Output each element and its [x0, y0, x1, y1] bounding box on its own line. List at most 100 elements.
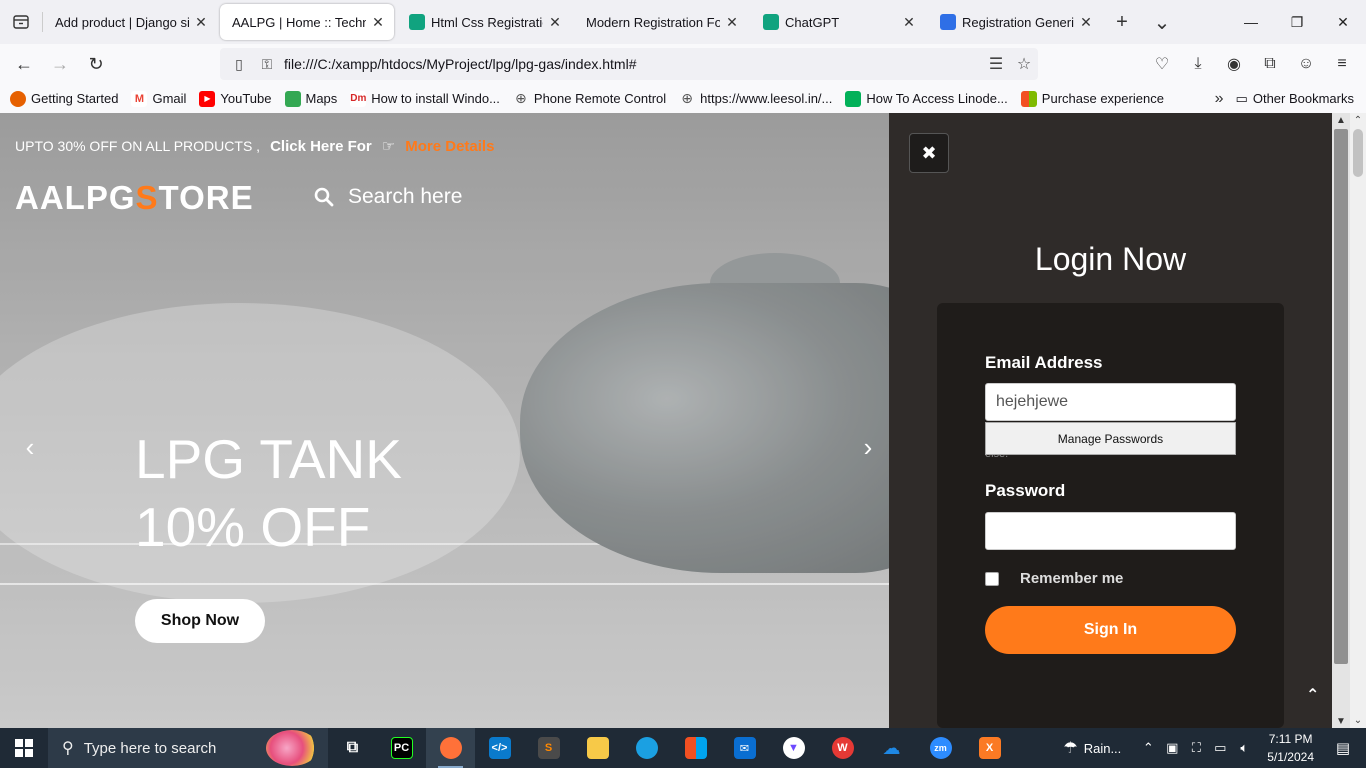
bookmark-install-windows[interactable]: Dm How to install Windo...	[350, 90, 500, 107]
show-hidden-icons-chevron-icon[interactable]: ⌃	[1137, 740, 1159, 756]
sign-in-button[interactable]: Sign In	[985, 606, 1236, 654]
onedrive-icon[interactable]: ☁	[867, 728, 916, 768]
meet-now-icon[interactable]: ▣	[1161, 740, 1183, 756]
xampp-icon[interactable]: X	[965, 728, 1014, 768]
scroll-down-arrow-icon[interactable]: ⌄	[1350, 715, 1366, 726]
bookmark-star-icon[interactable]: ☆	[1010, 54, 1038, 74]
close-tab-icon[interactable]: ✕	[370, 14, 386, 31]
notifications-icon[interactable]: ▤	[1328, 739, 1358, 757]
vscode-icon[interactable]: </>	[475, 728, 524, 768]
bookmark-label: YouTube	[220, 91, 272, 106]
other-bookmarks[interactable]: Other Bookmarks	[1253, 91, 1354, 106]
tab-html-css-registration[interactable]: Html Css Registration F ✕	[397, 4, 571, 40]
remember-me[interactable]: Remember me	[985, 570, 1123, 587]
close-tab-icon[interactable]: ✕	[724, 14, 740, 31]
pocket-icon[interactable]: ♡	[1144, 48, 1180, 80]
scroll-up-arrow-icon[interactable]: ▲	[1332, 113, 1350, 127]
slider-prev-icon[interactable]: ‹	[18, 432, 42, 462]
back-arrow-icon[interactable]: ←	[6, 48, 42, 80]
account-icon[interactable]: ◉	[1216, 48, 1252, 80]
new-tab-button[interactable]: +	[1102, 4, 1142, 40]
email-field[interactable]: hejehjewe	[985, 383, 1236, 421]
system-tray: ☂ Rain... ⌃ ▣ ⛶ ▭ 🔈︎ 7:11 PM 5/1/2024 ▤	[1063, 728, 1366, 768]
clock-date: 5/1/2024	[1267, 750, 1314, 764]
forward-arrow-icon[interactable]: →	[42, 48, 78, 80]
close-panel-icon[interactable]: ✖	[909, 133, 949, 173]
scroll-down-arrow-icon[interactable]: ▼	[1332, 714, 1350, 728]
window-controls: — ❐ ✕	[1228, 0, 1366, 44]
maps-icon	[284, 90, 301, 107]
manage-passwords-option[interactable]: Manage Passwords	[985, 422, 1236, 455]
close-window-icon[interactable]: ✕	[1320, 0, 1366, 44]
zoom-icon[interactable]: zm	[916, 728, 965, 768]
close-tab-icon[interactable]: ✕	[1078, 14, 1094, 31]
wps-office-icon[interactable]: W	[818, 728, 867, 768]
scroll-to-top-icon[interactable]: ⌃	[1306, 685, 1319, 705]
restore-icon[interactable]: ❐	[1274, 0, 1320, 44]
tab-add-product[interactable]: Add product | Django site a ✕	[43, 4, 217, 40]
task-view-icon[interactable]: ⧉	[328, 728, 377, 768]
login-panel: ✖ Login Now Email Address else. hejehjew…	[889, 113, 1332, 728]
panel-scrollbar[interactable]: ▲ ▼	[1332, 113, 1350, 728]
screen-capture-icon[interactable]: ⛶	[1185, 740, 1207, 756]
file-explorer-icon[interactable]	[573, 728, 622, 768]
menu-hamburger-icon[interactable]: ≡	[1324, 48, 1360, 80]
bookmarks-overflow-chevron-icon[interactable]: »	[1215, 90, 1224, 108]
clock[interactable]: 7:11 PM 5/1/2024	[1267, 730, 1314, 766]
scrollbar-thumb[interactable]	[1353, 129, 1363, 177]
bookmark-youtube[interactable]: ▶ YouTube	[199, 90, 272, 107]
tab-title: Html Css Registration F	[431, 14, 543, 30]
bookmark-maps[interactable]: Maps	[284, 90, 337, 107]
close-tab-icon[interactable]: ✕	[193, 14, 209, 31]
microsoft-store-icon[interactable]	[671, 728, 720, 768]
mail-icon[interactable]: ✉	[720, 728, 769, 768]
bookmark-gmail[interactable]: M Gmail	[131, 90, 186, 107]
extensions-icon[interactable]: ⧉	[1252, 48, 1288, 80]
close-tab-icon[interactable]: ✕	[901, 14, 917, 31]
bookmark-phone-remote[interactable]: ⊕ Phone Remote Control	[513, 90, 666, 107]
reader-view-icon[interactable]: ☰	[982, 54, 1010, 74]
bookmark-leesol[interactable]: ⊕ https://www.leesol.in/...	[679, 90, 832, 107]
download-icon[interactable]: ⤓	[1180, 48, 1216, 80]
tab-registration-generic[interactable]: Registration Generic D ✕	[928, 4, 1102, 40]
windows-start-icon[interactable]	[0, 728, 48, 768]
bookmark-linode[interactable]: How To Access Linode...	[845, 90, 1008, 107]
tab-list-button[interactable]	[0, 0, 42, 44]
shop-now-button[interactable]: Shop Now	[135, 599, 265, 643]
weather-widget[interactable]: ☂ Rain...	[1063, 738, 1121, 758]
address-bar[interactable]: ▯ ⚿ file:///C:/xampp/htdocs/MyProject/lp…	[220, 48, 1038, 80]
volume-icon[interactable]: 🔈︎	[1233, 740, 1255, 756]
globe-icon: ⊕	[515, 90, 527, 106]
key-icon[interactable]: ⚿	[256, 56, 278, 73]
sublime-text-icon[interactable]: S	[524, 728, 573, 768]
taskbar-search[interactable]: ⚲ Type here to search	[48, 728, 328, 768]
close-tab-icon[interactable]: ✕	[547, 14, 563, 31]
site-logo[interactable]: AALPGSTORE	[15, 179, 254, 217]
scroll-up-arrow-icon[interactable]: ⌃	[1350, 115, 1366, 126]
pycharm-icon[interactable]: PC	[377, 728, 426, 768]
remember-checkbox[interactable]	[985, 571, 999, 586]
slider-next-icon[interactable]: ›	[856, 432, 880, 462]
site-search[interactable]: Search here	[314, 185, 462, 209]
page-scrollbar[interactable]: ⌃ ⌄	[1350, 113, 1366, 728]
search-placeholder: Search here	[348, 185, 463, 208]
battery-icon[interactable]: ▭	[1209, 740, 1231, 756]
tab-title: AALPG | Home :: Technolo	[232, 14, 366, 30]
tab-overflow-chevron-icon[interactable]: ⌄	[1142, 4, 1182, 40]
tab-modern-registration[interactable]: Modern Registration Form ✕	[574, 4, 748, 40]
url-text[interactable]: file:///C:/xampp/htdocs/MyProject/lpg/lp…	[284, 56, 982, 72]
minimize-icon[interactable]: —	[1228, 0, 1274, 44]
more-details-link[interactable]: More Details	[405, 138, 494, 155]
edge-icon[interactable]	[622, 728, 671, 768]
firefox-icon[interactable]	[426, 728, 475, 768]
password-field[interactable]	[985, 512, 1236, 550]
scrollbar-thumb[interactable]	[1334, 129, 1348, 664]
profile-avatar-icon[interactable]: ☺	[1288, 48, 1324, 80]
microsoft-icon	[1020, 90, 1037, 107]
proton-vpn-icon[interactable]: ▼	[769, 728, 818, 768]
bookmark-getting-started[interactable]: Getting Started	[10, 90, 118, 107]
tab-aalpg-home[interactable]: AALPG | Home :: Technolo ✕	[220, 4, 394, 40]
tab-chatgpt[interactable]: ChatGPT ✕	[751, 4, 925, 40]
reload-icon[interactable]: ↻	[78, 48, 114, 80]
bookmark-purchase-experience[interactable]: Purchase experience	[1020, 90, 1164, 107]
